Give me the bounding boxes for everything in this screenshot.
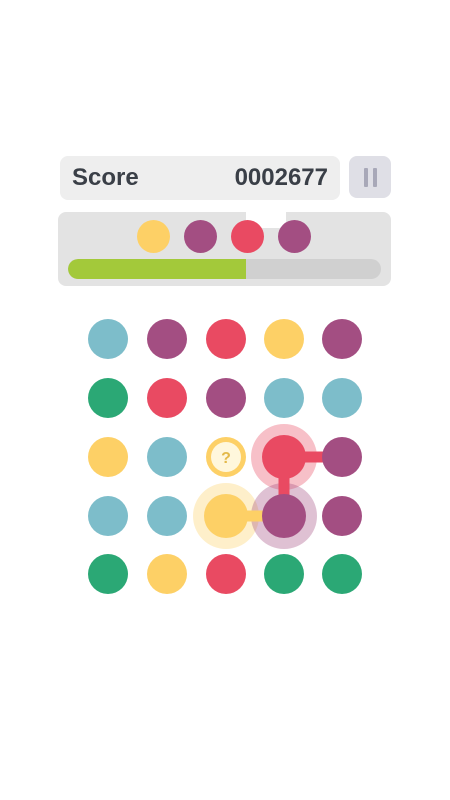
mystery-dot-ring xyxy=(206,437,246,477)
dot-teal[interactable] xyxy=(88,496,128,536)
dot-purple[interactable] xyxy=(322,496,362,536)
selection-halo xyxy=(251,483,317,549)
dot-purple[interactable] xyxy=(206,378,246,418)
question-mark-icon: ? xyxy=(221,450,231,467)
mystery-dot[interactable]: ? xyxy=(206,437,246,477)
dot-green[interactable] xyxy=(322,554,362,594)
dot-teal[interactable] xyxy=(322,378,362,418)
game-board[interactable]: ? xyxy=(0,0,450,800)
dot-red[interactable] xyxy=(262,435,306,479)
dot-yellow[interactable] xyxy=(88,437,128,477)
dot-teal[interactable] xyxy=(88,319,128,359)
goal-dot-purple xyxy=(184,220,217,253)
progress-fill xyxy=(68,259,247,279)
pause-icon-bar xyxy=(372,167,377,187)
dot-teal[interactable] xyxy=(264,378,304,418)
pause-button[interactable] xyxy=(349,156,391,198)
dot-red[interactable] xyxy=(206,554,246,594)
dot-green[interactable] xyxy=(264,554,304,594)
dot-purple[interactable] xyxy=(262,494,306,538)
dot-red[interactable] xyxy=(147,378,187,418)
score-label: Score xyxy=(72,164,139,191)
goal-dot-red xyxy=(231,220,264,253)
selection-halo xyxy=(193,483,259,549)
goal-dot-purple xyxy=(278,220,311,253)
mystery-dot-center xyxy=(211,442,241,472)
dot-purple[interactable] xyxy=(147,319,187,359)
dot-teal[interactable] xyxy=(147,496,187,536)
dot-purple[interactable] xyxy=(322,437,362,477)
dot-green[interactable] xyxy=(88,378,128,418)
score-bar: Score 0002677 xyxy=(60,156,340,200)
goal-panel xyxy=(58,212,391,286)
dot-teal[interactable] xyxy=(147,437,187,477)
selection-halo xyxy=(251,424,317,490)
goal-dot-yellow xyxy=(137,220,170,253)
dot-yellow[interactable] xyxy=(204,494,248,538)
dot-yellow[interactable] xyxy=(264,319,304,359)
dot-purple[interactable] xyxy=(322,319,362,359)
board-canvas[interactable]: ? xyxy=(0,0,450,800)
pause-icon xyxy=(363,167,368,187)
dot-yellow[interactable] xyxy=(147,554,187,594)
score-value: 0002677 xyxy=(234,164,328,191)
dot-green[interactable] xyxy=(88,554,128,594)
dot-red[interactable] xyxy=(206,319,246,359)
progress-bar xyxy=(68,259,381,279)
